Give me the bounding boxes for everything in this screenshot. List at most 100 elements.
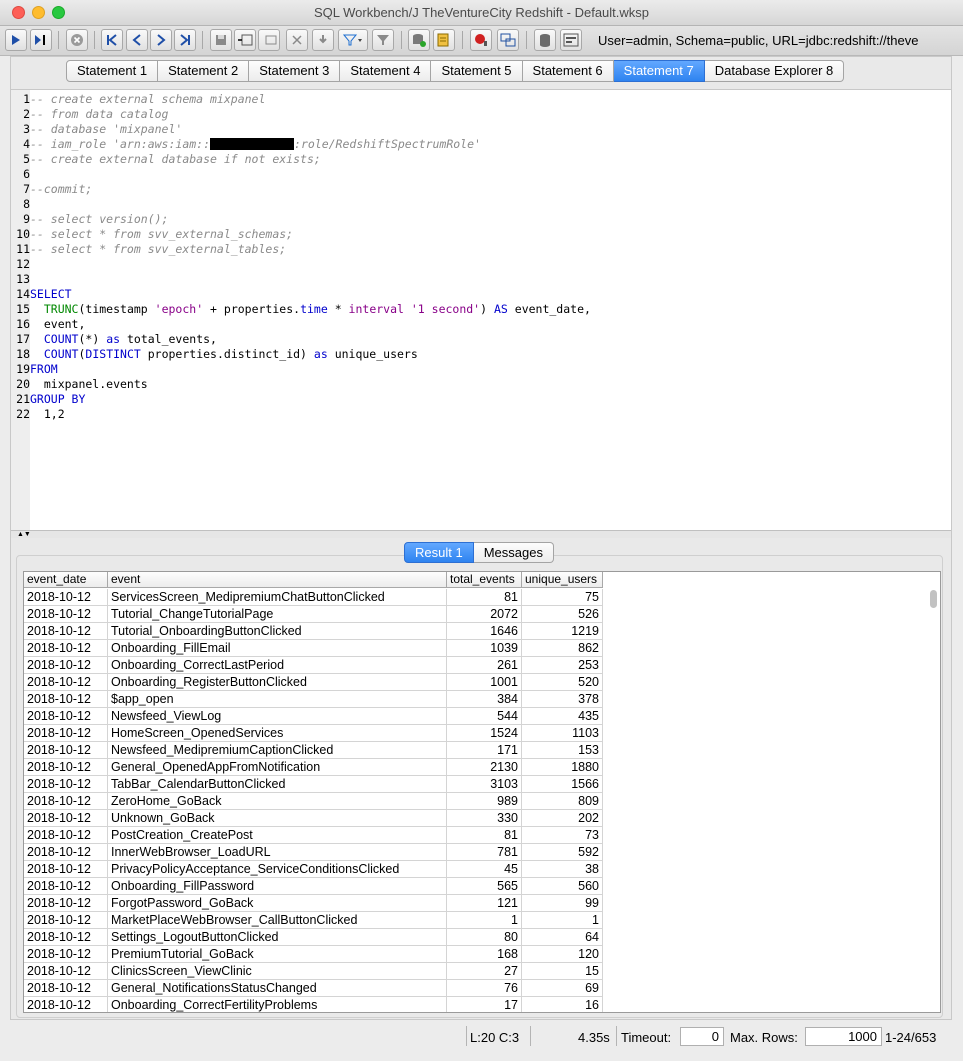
code-line[interactable]: 20 mixpanel.events [11, 377, 951, 392]
table-cell[interactable]: 45 [447, 861, 522, 878]
code-line[interactable]: 3 -- database 'mixpanel' [11, 122, 951, 137]
result-grid[interactable]: event_date event total_events unique_use… [23, 571, 941, 1013]
table-cell[interactable]: 1646 [447, 623, 522, 640]
table-cell[interactable]: 153 [522, 742, 603, 759]
code-line[interactable]: 9 -- select version(); [11, 212, 951, 227]
table-cell[interactable]: 121 [447, 895, 522, 912]
table-row[interactable]: 2018-10-12 Tutorial_OnboardingButtonClick… [24, 623, 603, 640]
table-cell[interactable]: Onboarding_CorrectFertilityProblems [108, 997, 447, 1012]
table-row[interactable]: 2018-10-12 General_NotificationsStatusCha… [24, 980, 603, 997]
table-cell[interactable]: 2018-10-12 [24, 895, 108, 912]
table-cell[interactable]: 76 [447, 980, 522, 997]
table-cell[interactable]: MarketPlaceWebBrowser_CallButtonClicked [108, 912, 447, 929]
table-cell[interactable]: 2018-10-12 [24, 674, 108, 691]
table-cell[interactable]: 1880 [522, 759, 603, 776]
table-cell[interactable]: 38 [522, 861, 603, 878]
code-line[interactable]: 13 [11, 272, 951, 287]
table-cell[interactable]: 520 [522, 674, 603, 691]
table-cell[interactable]: 17 [447, 997, 522, 1012]
table-cell[interactable]: 384 [447, 691, 522, 708]
table-cell[interactable]: 2018-10-12 [24, 946, 108, 963]
table-cell[interactable]: 989 [447, 793, 522, 810]
column-header-total-events[interactable]: total_events [447, 572, 522, 588]
table-cell[interactable]: ZeroHome_GoBack [108, 793, 447, 810]
editor-results-splitter[interactable]: ▲▼ [11, 530, 951, 538]
table-cell[interactable]: PrivacyPolicyAcceptance_ServiceCondition… [108, 861, 447, 878]
table-cell[interactable]: 2018-10-12 [24, 912, 108, 929]
table-cell[interactable]: 2072 [447, 606, 522, 623]
code-line[interactable]: 18 COUNT(DISTINCT properties.distinct_id… [11, 347, 951, 362]
table-cell[interactable]: 544 [447, 708, 522, 725]
tab-statement-6[interactable]: Statement 6 [522, 60, 614, 82]
table-cell[interactable]: Onboarding_FillPassword [108, 878, 447, 895]
table-cell[interactable]: 2018-10-12 [24, 623, 108, 640]
table-cell[interactable]: 2018-10-12 [24, 708, 108, 725]
table-cell[interactable]: 99 [522, 895, 603, 912]
table-cell[interactable]: 1566 [522, 776, 603, 793]
clear-filter-icon[interactable] [372, 29, 394, 51]
table-cell[interactable]: 781 [447, 844, 522, 861]
table-cell[interactable]: Unknown_GoBack [108, 810, 447, 827]
code-line[interactable]: 7 --commit; [11, 182, 951, 197]
table-cell[interactable]: 526 [522, 606, 603, 623]
table-cell[interactable]: General_NotificationsStatusChanged [108, 980, 447, 997]
table-cell[interactable]: 27 [447, 963, 522, 980]
code-line[interactable]: 16 event, [11, 317, 951, 332]
table-row[interactable]: 2018-10-12 ServicesScreen_MedipremiumChat… [24, 589, 603, 606]
table-cell[interactable]: TabBar_CalendarButtonClicked [108, 776, 447, 793]
table-cell[interactable]: 253 [522, 657, 603, 674]
table-cell[interactable]: 16 [522, 997, 603, 1012]
connection-info-icon[interactable] [560, 29, 582, 51]
table-row[interactable]: 2018-10-12 Onboarding_RegisterButtonClick… [24, 674, 603, 691]
table-row[interactable]: 2018-10-12 ZeroHome_GoBack 989 809 [24, 793, 603, 810]
table-cell[interactable]: 75 [522, 589, 603, 606]
table-cell[interactable]: ServicesScreen_MedipremiumChatButtonClic… [108, 589, 447, 606]
code-line[interactable]: 21 GROUP BY [11, 392, 951, 407]
table-row[interactable]: 2018-10-12 Settings_LogoutButtonClicked 80… [24, 929, 603, 946]
table-cell[interactable]: 1 [447, 912, 522, 929]
table-cell[interactable]: PostCreation_CreatePost [108, 827, 447, 844]
code-line[interactable]: 4 -- iam_role 'arn:aws:iam:::role/Redshif… [11, 137, 951, 152]
table-cell[interactable]: 2018-10-12 [24, 997, 108, 1012]
table-cell[interactable]: 2018-10-12 [24, 657, 108, 674]
table-cell[interactable]: 330 [447, 810, 522, 827]
table-cell[interactable]: 378 [522, 691, 603, 708]
table-cell[interactable]: 3103 [447, 776, 522, 793]
table-cell[interactable]: 2018-10-12 [24, 827, 108, 844]
table-cell[interactable]: General_OpenedAppFromNotification [108, 759, 447, 776]
table-row[interactable]: 2018-10-12 PostCreation_CreatePost 81 73 [24, 827, 603, 844]
code-line[interactable]: 11 -- select * from svv_external_tables; [11, 242, 951, 257]
column-header-event[interactable]: event [108, 572, 447, 588]
execute-icon[interactable] [5, 29, 27, 51]
table-cell[interactable]: $app_open [108, 691, 447, 708]
table-row[interactable]: 2018-10-12 ClinicsScreen_ViewClinic 27 15 [24, 963, 603, 980]
code-line[interactable]: 15 TRUNC(timestamp 'epoch' + properties.… [11, 302, 951, 317]
code-line[interactable]: 12 [11, 257, 951, 272]
table-row[interactable]: 2018-10-12 PrivacyPolicyAcceptance_Servic… [24, 861, 603, 878]
table-cell[interactable]: 435 [522, 708, 603, 725]
table-cell[interactable]: 81 [447, 589, 522, 606]
max-rows-input[interactable]: 1000 [805, 1027, 882, 1046]
column-header-unique-users[interactable]: unique_users [522, 572, 603, 588]
table-cell[interactable]: 261 [447, 657, 522, 674]
table-cell[interactable]: Tutorial_OnboardingButtonClicked [108, 623, 447, 640]
tab-result-1[interactable]: Result 1 [404, 542, 474, 563]
code-line[interactable]: 19 FROM [11, 362, 951, 377]
autocommit-icon[interactable] [470, 29, 492, 51]
table-cell[interactable]: Settings_LogoutButtonClicked [108, 929, 447, 946]
table-cell[interactable]: 171 [447, 742, 522, 759]
table-cell[interactable]: 2018-10-12 [24, 742, 108, 759]
table-cell[interactable]: 80 [447, 929, 522, 946]
tab-database-explorer-8[interactable]: Database Explorer 8 [704, 60, 845, 82]
table-cell[interactable]: Onboarding_CorrectLastPeriod [108, 657, 447, 674]
table-row[interactable]: 2018-10-12 Onboarding_CorrectFertilityPro… [24, 997, 603, 1012]
code-line[interactable]: 14 SELECT [11, 287, 951, 302]
code-line[interactable]: 17 COUNT(*) as total_events, [11, 332, 951, 347]
table-cell[interactable]: 168 [447, 946, 522, 963]
table-row[interactable]: 2018-10-12 ForgotPassword_GoBack 121 99 [24, 895, 603, 912]
table-cell[interactable]: 1219 [522, 623, 603, 640]
table-cell[interactable]: 1103 [522, 725, 603, 742]
table-cell[interactable]: InnerWebBrowser_LoadURL [108, 844, 447, 861]
table-cell[interactable]: Onboarding_RegisterButtonClicked [108, 674, 447, 691]
table-cell[interactable]: 2018-10-12 [24, 844, 108, 861]
